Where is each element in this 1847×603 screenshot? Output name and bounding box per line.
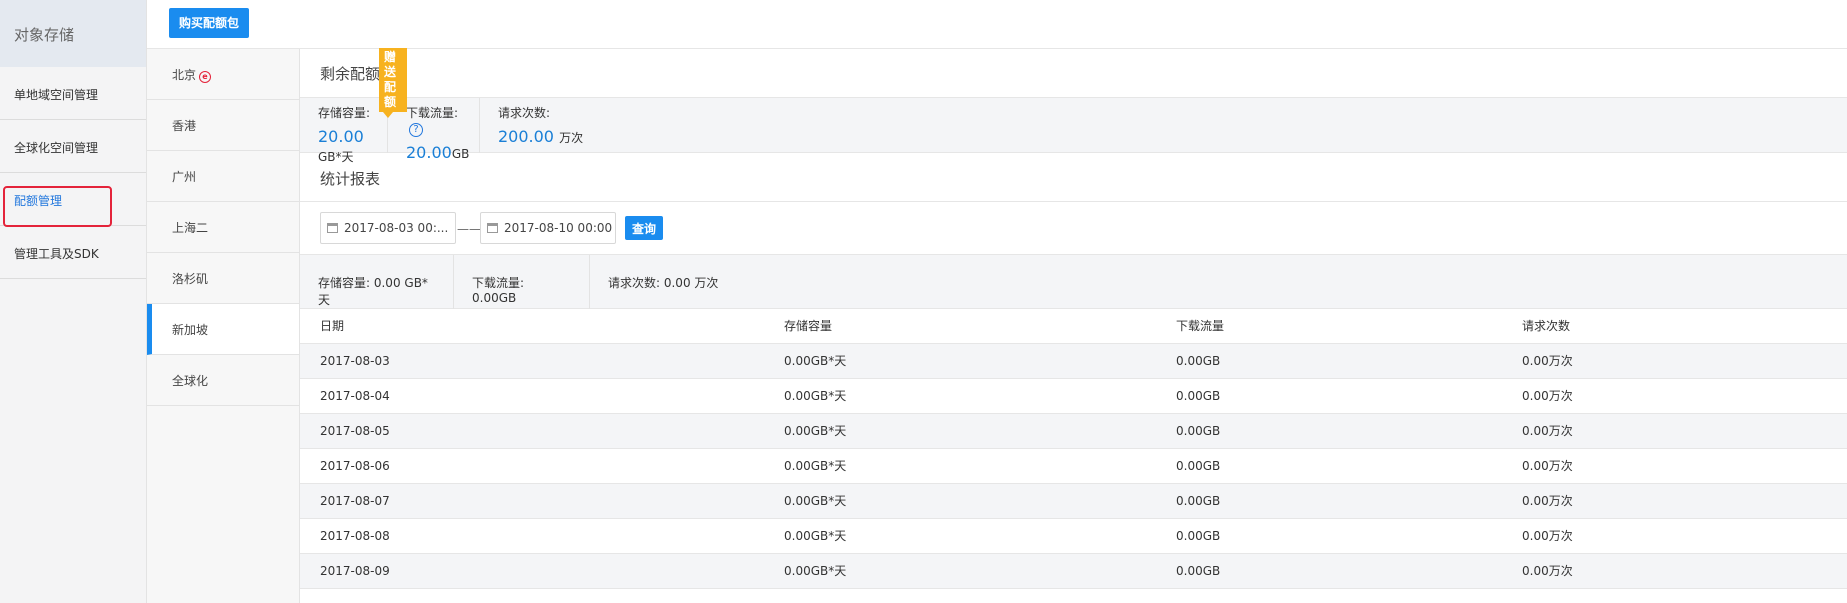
quota-download-value: 20.00 [406,143,452,162]
quota-storage-unit: GB*天 [318,150,354,164]
query-button[interactable]: 查询 [625,216,663,240]
gift-quota-tag: 赠送配额 [379,48,408,118]
cell-requests: 0.00万次 [1502,483,1847,519]
cell-storage: 0.00GB*天 [764,518,1156,554]
cell-download: 0.00GB [1156,553,1502,589]
highlight-box [3,186,112,227]
cell-requests: 0.00万次 [1502,343,1847,379]
header-requests: 请求次数 [1502,309,1847,344]
quota-title: 剩余配额: [320,65,386,83]
quota-requests-value: 200.00 [498,127,554,146]
quota-download-label: 下载流量: [406,106,459,120]
region-item-losangeles[interactable]: 洛杉矶 [147,253,299,304]
start-date-input[interactable]: 2017-08-03 00:... [320,212,456,244]
quota-stats: 存储容量: 20.00 GB*天 下载流量:? 20.00GB 请求次数: 20… [300,98,1847,164]
sidebar-item-tools-sdk[interactable]: 管理工具及SDK [0,226,146,279]
region-list: 北京 e 香港 广州 上海二 洛杉矶 新加坡 全球化 [147,49,300,603]
table-row: 2017-08-09 0.00GB*天 0.00GB 0.00万次 [300,553,1847,589]
left-sidebar: 对象存储 单地域空间管理 全球化空间管理 配额管理 管理工具及SDK [0,0,147,603]
quota-header: 剩余配额:? 赠送配额 [300,48,1847,118]
quota-requests-label: 请求次数: [498,106,551,120]
cell-date: 2017-08-07 [300,483,764,519]
region-item-beijing[interactable]: 北京 e [147,49,299,100]
top-toolbar: 购买配额包 [147,0,1847,49]
sidebar-title: 对象存储 [0,0,146,67]
header-date: 日期 [300,309,764,344]
cell-storage: 0.00GB*天 [764,448,1156,484]
header-storage: 存储容量 [764,309,1156,344]
end-date-input[interactable]: 2017-08-10 00:00 [480,212,616,244]
table-row: 2017-08-04 0.00GB*天 0.00GB 0.00万次 [300,378,1847,414]
stats-table: 日期 存储容量 下载流量 请求次数 2017-08-03 0.00GB*天 0.… [300,309,1847,589]
table-header-row: 日期 存储容量 下载流量 请求次数 [300,309,1847,344]
cell-download: 0.00GB [1156,483,1502,519]
quota-storage: 存储容量: 20.00 GB*天 [300,98,388,164]
report-title: 统计报表 [300,153,1847,202]
region-item-global[interactable]: 全球化 [147,355,299,406]
cell-requests: 0.00万次 [1502,413,1847,449]
cell-storage: 0.00GB*天 [764,343,1156,379]
table-row: 2017-08-06 0.00GB*天 0.00GB 0.00万次 [300,448,1847,484]
cell-storage: 0.00GB*天 [764,413,1156,449]
sidebar-item-single-region[interactable]: 单地域空间管理 [0,67,146,120]
header-download: 下载流量 [1156,309,1502,344]
help-icon[interactable]: ? [409,123,423,137]
calendar-icon [327,223,338,233]
quota-storage-label: 存储容量: [318,106,371,120]
table-row: 2017-08-05 0.00GB*天 0.00GB 0.00万次 [300,413,1847,449]
cell-date: 2017-08-09 [300,553,764,589]
date-separator: —— [457,222,481,236]
calendar-icon [487,223,498,233]
cell-requests: 0.00万次 [1502,553,1847,589]
summary-storage: 存储容量: 0.00 GB*天 [300,255,454,309]
region-label: 北京 [172,68,197,82]
quota-download-unit: GB [451,147,470,161]
cell-download: 0.00GB [1156,378,1502,414]
quota-storage-value: 20.00 [318,127,364,146]
sidebar-item-global-space[interactable]: 全球化空间管理 [0,120,146,173]
table-row: 2017-08-08 0.00GB*天 0.00GB 0.00万次 [300,518,1847,554]
date-filter: 2017-08-03 00:... —— 2017-08-10 00:00 查询 [300,202,1847,255]
cell-date: 2017-08-04 [300,378,764,414]
region-item-hongkong[interactable]: 香港 [147,100,299,151]
quota-requests-unit: 万次 [559,131,584,145]
new-badge-icon: e [199,71,212,83]
cell-date: 2017-08-08 [300,518,764,554]
cell-storage: 0.00GB*天 [764,553,1156,589]
cell-storage: 0.00GB*天 [764,483,1156,519]
cell-date: 2017-08-03 [300,343,764,379]
cell-requests: 0.00万次 [1502,378,1847,414]
end-date-value: 2017-08-10 00:00 [504,221,613,235]
table-row: 2017-08-03 0.00GB*天 0.00GB 0.00万次 [300,343,1847,379]
cell-date: 2017-08-05 [300,413,764,449]
summary-requests: 请求次数: 0.00 万次 [608,276,719,290]
start-date-value: 2017-08-03 00:... [344,221,449,235]
quota-title-wrap: 剩余配额:? 赠送配额 [320,48,408,118]
buy-quota-button[interactable]: 购买配额包 [169,8,250,38]
cell-requests: 0.00万次 [1502,518,1847,554]
region-item-guangzhou[interactable]: 广州 [147,151,299,202]
cell-download: 0.00GB [1156,448,1502,484]
summary-download: 下载流量: 0.00GB [454,255,590,309]
summary-row: 存储容量: 0.00 GB*天 下载流量: 0.00GB 请求次数: 0.00 … [300,255,1847,309]
table-row: 2017-08-07 0.00GB*天 0.00GB 0.00万次 [300,483,1847,519]
cell-date: 2017-08-06 [300,448,764,484]
cell-download: 0.00GB [1156,343,1502,379]
quota-requests: 请求次数: 200.00 万次 [480,98,593,153]
cell-storage: 0.00GB*天 [764,378,1156,414]
main-content: 剩余配额:? 赠送配额 存储容量: 20.00 GB*天 下载流量:? 20.0… [300,48,1847,603]
cell-requests: 0.00万次 [1502,448,1847,484]
cell-download: 0.00GB [1156,413,1502,449]
region-item-shanghai2[interactable]: 上海二 [147,202,299,253]
region-item-singapore[interactable]: 新加坡 [147,304,299,355]
cell-download: 0.00GB [1156,518,1502,554]
